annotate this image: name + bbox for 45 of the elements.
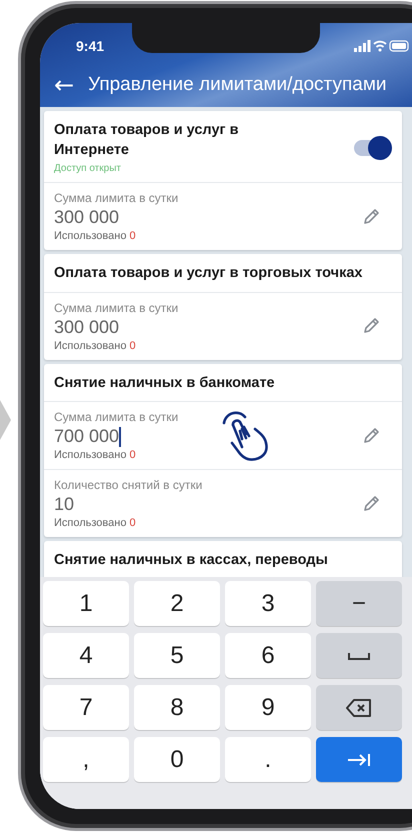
usage-text: Использовано 0	[54, 449, 137, 462]
usage-text: Использовано 0	[54, 230, 137, 242]
tab-arrow-icon	[347, 752, 371, 766]
keyboard-key[interactable]: 6	[225, 633, 311, 678]
pencil-icon[interactable]	[362, 494, 380, 513]
limit-value[interactable]: 300 000	[54, 207, 178, 228]
keyboard-key[interactable]: .	[225, 737, 311, 782]
keyboard-key[interactable]: 3	[225, 581, 311, 626]
section-title: Оплата товаров и услуг в Интернете	[54, 121, 240, 160]
text-cursor	[119, 426, 122, 447]
access-status: Доступ открыт	[54, 163, 122, 174]
keyboard-key[interactable]: 9	[225, 685, 311, 730]
limit-label: Количество снятий в сутки	[54, 478, 202, 492]
keyboard-key[interactable]: 0	[134, 737, 220, 782]
pencil-icon[interactable]	[362, 208, 380, 226]
limit-value[interactable]: 700 000	[54, 426, 178, 448]
keyboard-key[interactable]: 2	[134, 581, 220, 626]
backspace-icon	[346, 698, 372, 716]
back-button[interactable]: ←	[50, 73, 78, 97]
limit-value[interactable]: 10	[54, 494, 202, 516]
keyboard-key[interactable]: −	[316, 581, 402, 626]
pencil-icon[interactable]	[362, 426, 380, 445]
section-title: Снятие наличных в банкомате	[54, 374, 275, 393]
usage-text: Использовано 0	[54, 340, 137, 352]
limit-label: Сумма лимита в сутки	[54, 191, 178, 206]
limit-label: Сумма лимита в сутки	[54, 410, 178, 424]
section-title: Оплата товаров и услуг в торговых точках	[54, 264, 362, 284]
keyboard-key[interactable]: 7	[43, 685, 129, 730]
status-icons	[354, 40, 410, 52]
status-time: 9:41	[76, 38, 104, 54]
next-key[interactable]	[316, 737, 402, 782]
pencil-icon[interactable]	[362, 317, 380, 336]
section-title: Снятие наличных в кассах, переводы	[54, 551, 328, 570]
keyboard-key[interactable]: 8	[134, 685, 220, 730]
space-icon	[348, 652, 370, 660]
keyboard-key[interactable]: 5	[134, 633, 220, 678]
screen-title: Управление лимитами/доступами	[88, 74, 386, 96]
backspace-key[interactable]	[316, 685, 402, 730]
limit-value[interactable]: 300 000	[54, 316, 178, 338]
keyboard-key[interactable]: ,	[43, 737, 129, 782]
usage-text: Использовано 0	[54, 517, 137, 530]
limit-label: Сумма лимита в сутки	[54, 300, 178, 315]
keyboard-key[interactable]: 4	[43, 633, 129, 678]
chevron-icon	[0, 400, 11, 440]
keyboard-key[interactable]: 1	[43, 581, 129, 626]
